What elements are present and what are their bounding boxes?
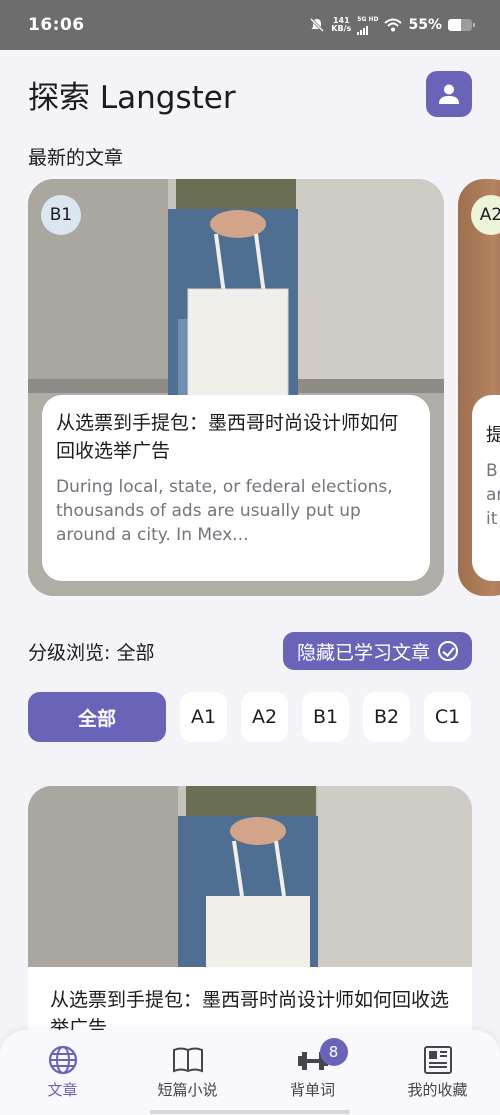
next-article-snippet: B ar it bbox=[486, 461, 500, 529]
app-header: 探索 Langster bbox=[0, 50, 500, 138]
vocabulary-count-badge: 8 bbox=[319, 1038, 348, 1066]
newspaper-icon bbox=[423, 1046, 452, 1074]
signal-group: 5G HD bbox=[357, 16, 378, 35]
hide-learned-button[interactable]: 隐藏已学习文章 bbox=[282, 632, 472, 670]
hide-learned-label: 隐藏已学习文章 bbox=[296, 641, 430, 664]
status-icons: 141 KB/s 5G HD 55% bbox=[309, 16, 475, 35]
net-speed: 141 KB/s bbox=[331, 17, 351, 33]
bottom-nav: 文章 短篇小说 8 背单词 我的收藏 bbox=[0, 1030, 500, 1115]
battery-percent: 55% bbox=[408, 17, 442, 33]
latest-articles-carousel[interactable]: B1 从选票到手提包：墨西哥时尚设计师如何回收选举广告 During local… bbox=[28, 179, 500, 596]
level-filter-label: 分级浏览: 全部 bbox=[28, 641, 155, 664]
featured-article-title: 从选票到手提包：墨西哥时尚设计师如何回收选举广告 bbox=[56, 412, 399, 462]
chip-a2[interactable]: A2 bbox=[241, 692, 288, 742]
book-icon bbox=[172, 1047, 203, 1073]
article-thumbnail bbox=[28, 786, 472, 967]
nav-vocabulary-label: 背单词 bbox=[289, 1081, 335, 1099]
person-icon bbox=[439, 84, 459, 104]
nav-short-stories-label: 短篇小说 bbox=[157, 1081, 218, 1099]
level-badge: A2 bbox=[471, 195, 500, 235]
level-filter-row: 分级浏览: 全部 隐藏已学习文章 bbox=[28, 631, 472, 671]
article-card-image bbox=[28, 786, 472, 967]
featured-article-text: 从选票到手提包：墨西哥时尚设计师如何回收选举广告 During local, s… bbox=[42, 395, 430, 581]
profile-button[interactable] bbox=[426, 71, 472, 117]
nav-vocabulary[interactable]: 8 背单词 bbox=[258, 1038, 368, 1115]
signal-bars-icon bbox=[357, 24, 378, 35]
page-title: 探索 Langster bbox=[28, 79, 236, 116]
status-time: 16:06 bbox=[28, 15, 85, 35]
latest-articles-heading: 最新的文章 bbox=[28, 147, 124, 169]
nav-articles-label: 文章 bbox=[47, 1081, 78, 1099]
next-article-card[interactable]: A2 提 B ar it bbox=[458, 179, 500, 596]
nav-favorites-label: 我的收藏 bbox=[407, 1081, 468, 1099]
mute-bell-icon bbox=[310, 17, 325, 33]
nav-favorites[interactable]: 我的收藏 bbox=[383, 1044, 493, 1115]
signal-label: 5G HD bbox=[357, 15, 379, 23]
chip-b2[interactable]: B2 bbox=[363, 692, 410, 742]
level-badge: B1 bbox=[41, 195, 81, 235]
check-circle-icon bbox=[438, 641, 458, 661]
globe-icon bbox=[48, 1045, 77, 1075]
chip-c1[interactable]: C1 bbox=[424, 692, 471, 742]
chip-a1[interactable]: A1 bbox=[180, 692, 227, 742]
wifi-icon bbox=[384, 18, 403, 32]
nav-articles[interactable]: 文章 bbox=[8, 1044, 118, 1115]
next-article-text: 提 B ar it bbox=[472, 395, 500, 581]
chip-all[interactable]: 全部 bbox=[28, 692, 166, 742]
status-bar: 16:06 141 KB/s 5G HD 55% bbox=[0, 0, 500, 50]
home-indicator bbox=[150, 1110, 350, 1114]
net-speed-unit: KB/s bbox=[331, 24, 352, 33]
featured-article-snippet: During local, state, or federal election… bbox=[56, 477, 393, 545]
nav-short-stories[interactable]: 短篇小说 bbox=[133, 1044, 243, 1115]
level-chip-row: 全部 A1 A2 B1 B2 C1 bbox=[28, 691, 472, 743]
featured-article-card[interactable]: B1 从选票到手提包：墨西哥时尚设计师如何回收选举广告 During local… bbox=[28, 179, 444, 596]
battery-icon bbox=[448, 19, 475, 31]
chip-b1[interactable]: B1 bbox=[302, 692, 349, 742]
next-article-title: 提 bbox=[486, 425, 500, 446]
